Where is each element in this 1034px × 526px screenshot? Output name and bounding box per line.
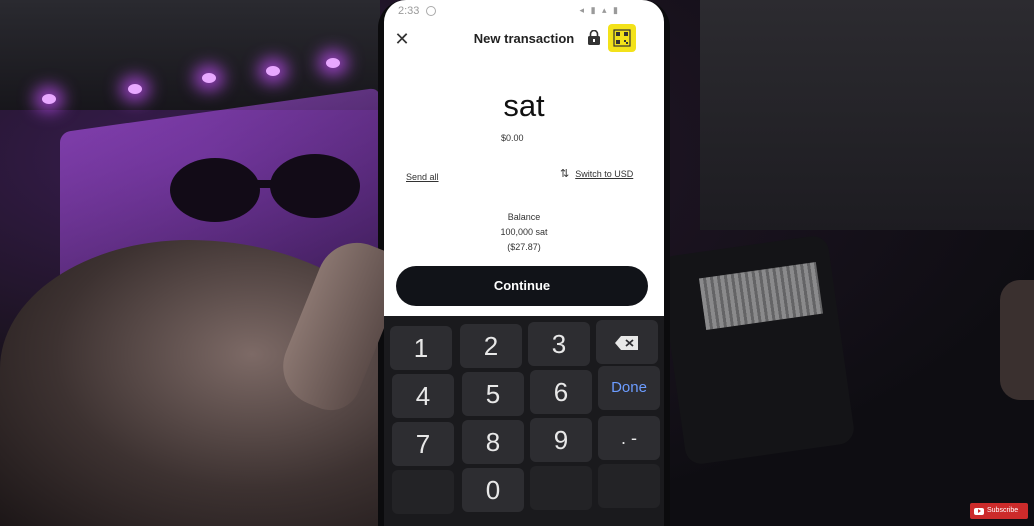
balance-usd: ($27.87) <box>507 242 541 252</box>
status-bar: 2:33 ◂ ▮ ▴ ▮ <box>384 0 664 22</box>
symbol-key[interactable]: . - <box>598 416 660 460</box>
blank-key <box>530 466 592 510</box>
swap-arrows-icon: ⇅ <box>560 168 570 180</box>
fiat-amount: $0.00 <box>501 133 524 143</box>
led-light <box>42 94 56 104</box>
subscribe-label: Subscribe <box>987 507 1019 514</box>
header: ✕ New transaction <box>384 22 664 56</box>
done-key[interactable]: Done <box>598 366 660 410</box>
key-8[interactable]: 8 <box>462 420 524 464</box>
status-icons: ◂ ▮ ▴ ▮ <box>579 5 620 15</box>
led-light <box>128 84 142 94</box>
background-sunglasses <box>170 154 360 222</box>
key-5[interactable]: 5 <box>462 372 524 416</box>
lock-icon[interactable] <box>587 30 601 46</box>
background-wall <box>700 0 1034 230</box>
balance-sat: 100,000 sat <box>500 227 548 237</box>
backspace-icon <box>615 336 638 350</box>
led-light <box>202 73 216 83</box>
blank-key <box>392 470 454 514</box>
status-time: 2:33 <box>398 5 420 17</box>
key-2[interactable]: 2 <box>460 324 522 368</box>
key-1[interactable]: 1 <box>390 326 452 370</box>
status-notification-icon <box>426 6 436 16</box>
key-9[interactable]: 9 <box>530 418 592 462</box>
balance-label: Balance <box>507 212 541 222</box>
balance-block: Balance 100,000 sat ($27.87) <box>384 210 664 255</box>
right-hand <box>1000 280 1034 400</box>
numeric-keyboard: 1 2 3 4 5 6 Done 7 8 9 . - 0 <box>384 316 664 526</box>
subscribe-button[interactable]: Subscribe <box>970 503 1028 519</box>
switch-to-usd-link[interactable]: Switch to USD <box>575 169 633 179</box>
amount-unit: sat <box>503 88 545 123</box>
led-light <box>326 58 340 68</box>
key-7[interactable]: 7 <box>392 422 454 466</box>
qr-code-icon[interactable] <box>608 24 636 52</box>
background-device <box>658 234 856 466</box>
key-4[interactable]: 4 <box>392 374 454 418</box>
background-desk <box>0 0 380 110</box>
switch-currency[interactable]: ⇅ Switch to USD <box>560 167 633 180</box>
key-6[interactable]: 6 <box>530 370 592 414</box>
send-all-link[interactable]: Send all <box>406 172 439 182</box>
led-light <box>266 66 280 76</box>
youtube-icon <box>974 507 984 515</box>
key-0[interactable]: 0 <box>462 468 524 512</box>
key-3[interactable]: 3 <box>528 322 590 366</box>
blank-key <box>598 464 660 508</box>
continue-button[interactable]: Continue <box>396 266 648 306</box>
phone-screen: 2:33 ◂ ▮ ▴ ▮ ✕ New transaction sat $0.00… <box>384 0 664 526</box>
backspace-key[interactable] <box>596 320 658 364</box>
